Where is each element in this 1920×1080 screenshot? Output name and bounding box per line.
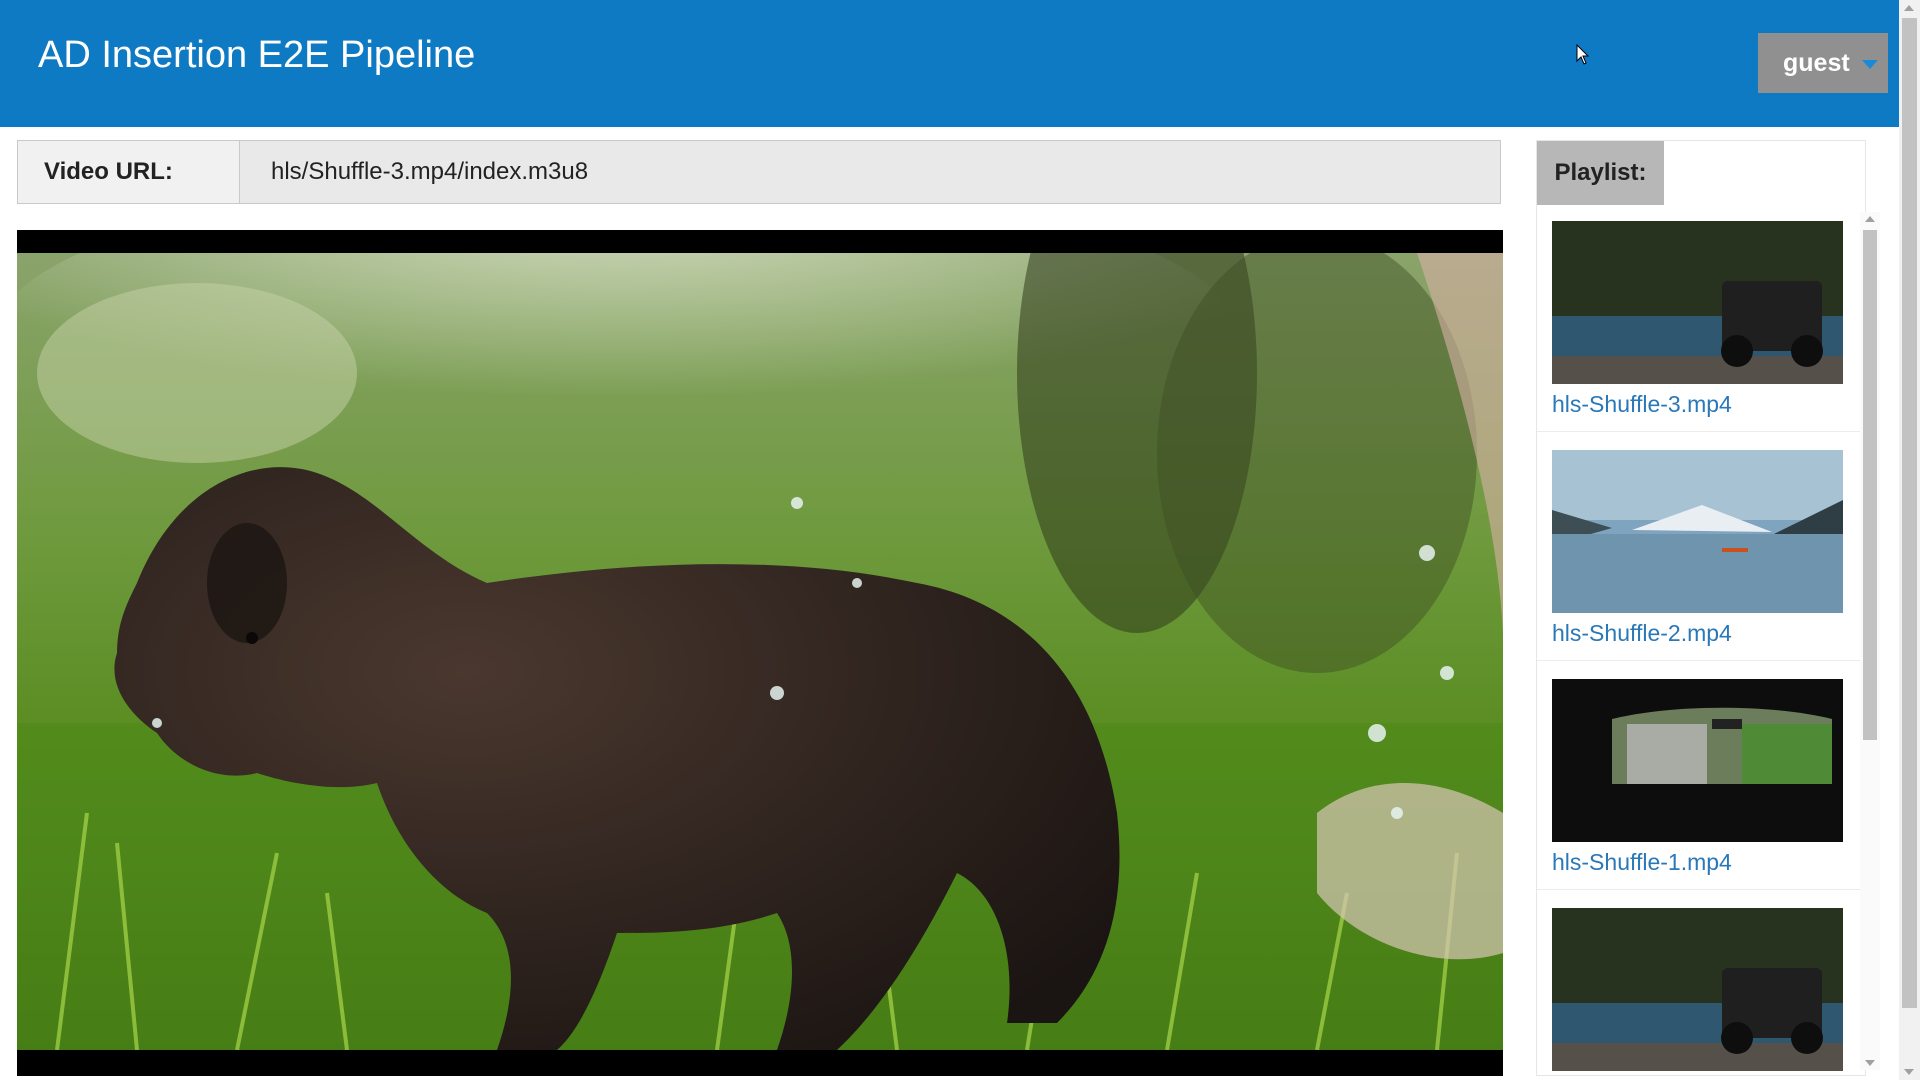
app-title: AD Insertion E2E Pipeline xyxy=(38,34,476,76)
scroll-down-icon[interactable] xyxy=(1904,1069,1914,1075)
playlist-thumbnail xyxy=(1552,679,1843,842)
playlist-item[interactable]: hls-Shuffle-3.mp4 xyxy=(1537,211,1861,432)
video-frame-puppy xyxy=(17,253,1503,1050)
playlist-item-label[interactable]: hls-Shuffle-3.mp4 xyxy=(1552,391,1732,418)
video-player[interactable] xyxy=(17,230,1503,1076)
mouse-cursor-icon xyxy=(1576,44,1590,65)
playlist-title: Playlist: xyxy=(1537,141,1664,205)
user-menu-button[interactable]: guest xyxy=(1758,33,1888,93)
playlist-item-label[interactable]: hls-Shuffle-2.mp4 xyxy=(1552,620,1732,647)
playlist-scrollbar-thumb[interactable] xyxy=(1863,230,1877,740)
playlist-thumbnail xyxy=(1552,450,1843,613)
playlist-item[interactable]: hls-Shuffle-1.mp4 xyxy=(1537,669,1861,890)
video-url-label: Video URL: xyxy=(18,141,240,203)
scroll-up-icon[interactable] xyxy=(1904,5,1914,11)
video-url-bar: Video URL: xyxy=(17,140,1501,204)
video-url-input[interactable] xyxy=(241,141,1500,203)
playlist-thumbnail xyxy=(1552,221,1843,384)
page-scrollbar-thumb[interactable] xyxy=(1902,18,1917,1008)
page-scrollbar[interactable] xyxy=(1899,0,1920,1080)
playlist-panel: Playlist: hls-Shuffle-3.mp4 hls-Shuffle-… xyxy=(1536,140,1866,1076)
playlist-item[interactable] xyxy=(1537,898,1861,1073)
scroll-down-icon[interactable] xyxy=(1865,1060,1875,1066)
playlist-thumbnail xyxy=(1552,908,1843,1071)
caret-down-icon xyxy=(1862,60,1878,69)
playlist-list: hls-Shuffle-3.mp4 hls-Shuffle-2.mp4 hls-… xyxy=(1537,211,1863,1073)
playlist-item[interactable]: hls-Shuffle-2.mp4 xyxy=(1537,440,1861,661)
app-header: AD Insertion E2E Pipeline guest xyxy=(0,0,1899,127)
scroll-up-icon[interactable] xyxy=(1865,216,1875,222)
user-menu-label: guest xyxy=(1783,49,1850,77)
playlist-scrollbar[interactable] xyxy=(1860,212,1880,1070)
playlist-item-label[interactable]: hls-Shuffle-1.mp4 xyxy=(1552,849,1732,876)
